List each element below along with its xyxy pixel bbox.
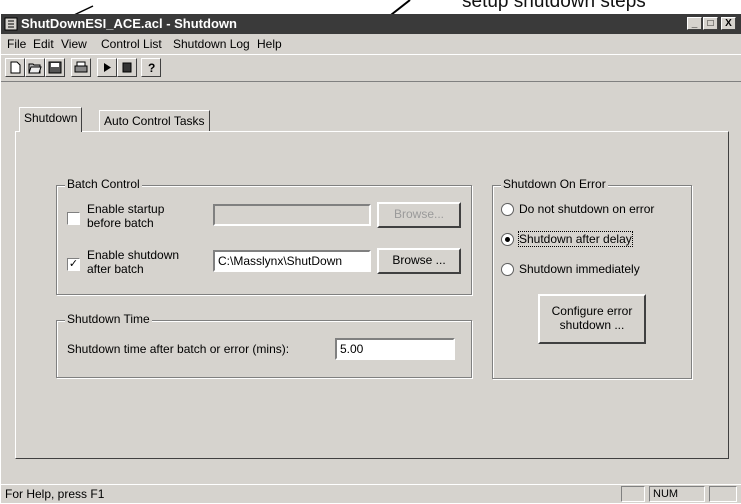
print-button[interactable] [71, 58, 91, 77]
open-button[interactable] [25, 58, 45, 77]
status-pane-scroll [709, 486, 737, 502]
startup-browse-button[interactable]: Browse... [377, 202, 461, 228]
radio-shutdown-after-delay[interactable] [501, 233, 514, 246]
help-button[interactable]: ? [141, 58, 161, 77]
svg-text:?: ? [148, 61, 155, 74]
menu-help[interactable]: Help [257, 37, 282, 51]
menu-view[interactable]: View [61, 37, 87, 51]
run-button[interactable] [97, 58, 117, 77]
window-title: ShutDownESI_ACE.acl - Shutdown [21, 16, 237, 31]
open-icon [28, 63, 42, 74]
menu-bar: File Edit View Control List Shutdown Log… [1, 35, 741, 53]
annotation-label: setup shutdown steps [462, 0, 646, 12]
radio-do-not-shutdown-label: Do not shutdown on error [519, 202, 655, 216]
enable-shutdown-label-2: after batch [87, 262, 144, 276]
enable-startup-label-1: Enable startup [87, 202, 165, 216]
status-text: For Help, press F1 [5, 487, 105, 501]
run-icon [104, 63, 111, 72]
configure-error-shutdown-button[interactable]: Configure error shutdown ... [538, 294, 646, 344]
print-icon [74, 61, 88, 73]
shutdown-browse-button[interactable]: Browse ... [377, 248, 461, 274]
radio-selected-dot [505, 237, 510, 242]
menu-control-list[interactable]: Control List [101, 37, 162, 51]
tab-shutdown[interactable]: Shutdown [19, 107, 83, 132]
app-window: ShutDownESI_ACE.acl - Shutdown _ □ X Fil… [0, 14, 741, 503]
toolbar: ? [1, 54, 741, 82]
save-button[interactable] [45, 58, 65, 77]
new-button[interactable] [5, 58, 25, 77]
shutdown-time-field[interactable]: 5.00 [335, 338, 455, 360]
status-bar: For Help, press F1 NUM [1, 484, 741, 504]
enable-startup-checkbox[interactable] [67, 212, 80, 225]
batch-control-group: Batch Control Enable startup before batc… [56, 177, 472, 295]
radio-shutdown-immediately-label: Shutdown immediately [519, 262, 640, 276]
enable-shutdown-label-1: Enable shutdown [87, 248, 180, 262]
tab-auto-control-tasks[interactable]: Auto Control Tasks [99, 110, 210, 131]
status-num: NUM [649, 486, 705, 502]
menu-file[interactable]: File [7, 37, 26, 51]
minimize-button[interactable]: _ [687, 17, 702, 30]
startup-path-field[interactable] [213, 204, 371, 226]
menu-edit[interactable]: Edit [33, 37, 54, 51]
shutdown-time-label: Shutdown time after batch or error (mins… [67, 342, 290, 356]
maximize-button[interactable]: □ [703, 17, 718, 30]
title-bar: ShutDownESI_ACE.acl - Shutdown _ □ X [1, 14, 741, 34]
enable-shutdown-checkbox[interactable]: ✓ [67, 258, 80, 271]
close-button[interactable]: X [721, 17, 736, 30]
stop-icon [122, 62, 132, 73]
radio-do-not-shutdown[interactable] [501, 203, 514, 216]
save-icon [48, 61, 62, 74]
configure-button-line-2: shutdown ... [559, 318, 625, 332]
tab-panel: Batch Control Enable startup before batc… [15, 131, 729, 459]
shutdown-path-field[interactable]: C:\Masslynx\ShutDown [213, 250, 371, 272]
batch-control-title: Batch Control [65, 177, 142, 191]
configure-button-line-1: Configure error [551, 304, 633, 318]
shutdown-on-error-title: Shutdown On Error [501, 177, 608, 191]
radio-shutdown-after-delay-label: Shutdown after delay [518, 231, 633, 247]
app-icon [4, 17, 18, 31]
shutdown-time-title: Shutdown Time [65, 312, 152, 326]
enable-startup-label-2: before batch [87, 216, 154, 230]
shutdown-time-group: Shutdown Time Shutdown time after batch … [56, 312, 472, 378]
menu-shutdown-log[interactable]: Shutdown Log [173, 37, 250, 51]
stop-button[interactable] [117, 58, 137, 77]
help-icon: ? [148, 61, 155, 74]
radio-shutdown-immediately[interactable] [501, 263, 514, 276]
new-icon [10, 61, 21, 74]
status-pane-empty [621, 486, 645, 502]
shutdown-on-error-group: Shutdown On Error Do not shutdown on err… [492, 177, 692, 379]
